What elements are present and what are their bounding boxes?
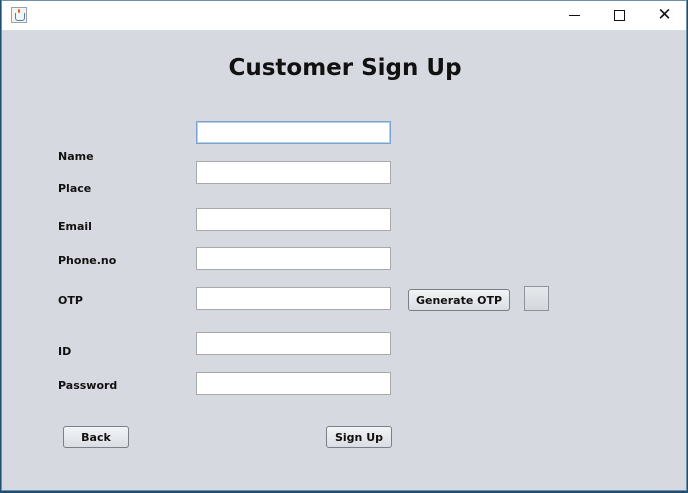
title-bar: ✕ (2, 1, 686, 30)
close-button[interactable]: ✕ (642, 1, 687, 30)
name-field[interactable] (196, 121, 391, 144)
minimize-icon (569, 15, 580, 16)
place-field[interactable] (196, 161, 391, 184)
maximize-button[interactable] (597, 1, 642, 30)
otp-field[interactable] (196, 287, 391, 310)
name-label: Name (58, 150, 94, 163)
email-field[interactable] (196, 208, 391, 231)
password-label: Password (58, 379, 118, 392)
otp-label: OTP (58, 294, 83, 307)
signup-window: ✕ Customer Sign Up Name Place Email Phon… (1, 0, 687, 491)
email-label: Email (58, 220, 92, 233)
sign-up-button[interactable]: Sign Up (326, 426, 392, 448)
place-label: Place (58, 182, 92, 195)
id-field[interactable] (196, 332, 391, 355)
generate-otp-button[interactable]: Generate OTP (408, 289, 510, 311)
otp-status-indicator[interactable] (524, 286, 549, 311)
phone-field[interactable] (196, 247, 391, 270)
phone-label: Phone.no (58, 254, 117, 267)
close-icon: ✕ (657, 5, 672, 25)
page-title: Customer Sign Up (228, 55, 462, 81)
password-field[interactable] (196, 372, 391, 395)
minimize-button[interactable] (552, 1, 597, 30)
form-panel: Customer Sign Up Name Place Email Phone.… (2, 30, 686, 492)
back-button[interactable]: Back (63, 426, 129, 448)
id-label: ID (58, 345, 72, 358)
java-cup-icon[interactable] (11, 7, 27, 23)
maximize-icon (614, 10, 625, 21)
